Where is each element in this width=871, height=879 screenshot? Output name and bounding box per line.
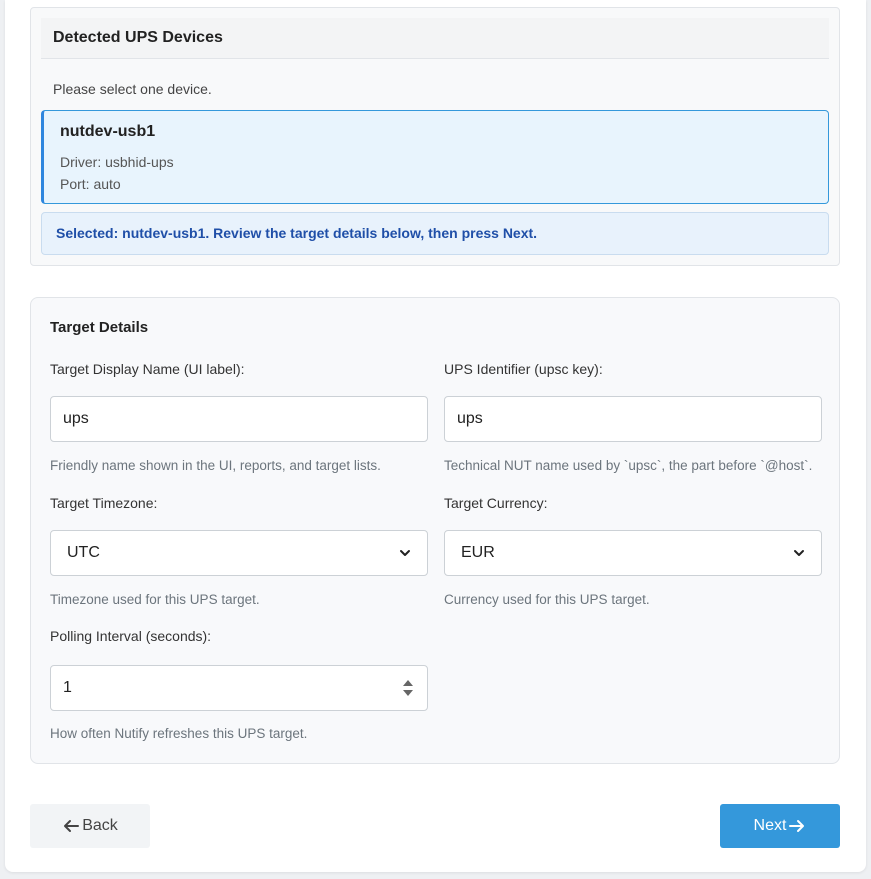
wizard-page: Detected UPS Devices Please select one d…: [5, 0, 866, 872]
display-name-label: Target Display Name (UI label):: [50, 361, 245, 377]
timezone-select[interactable]: UTC: [50, 530, 428, 576]
currency-selected-value: EUR: [461, 544, 495, 561]
timezone-selected-value: UTC: [67, 544, 100, 561]
target-details-panel: Target Details Target Display Name (UI l…: [30, 297, 840, 764]
currency-label: Target Currency:: [444, 495, 548, 511]
selected-device-notice: Selected: nutdev-usb1. Review the target…: [41, 212, 829, 255]
back-button-label: Back: [82, 817, 118, 834]
device-card-nutdev-usb1[interactable]: nutdev-usb1 Driver: usbhid-ups Port: aut…: [41, 110, 829, 204]
device-port: Port: auto: [60, 176, 121, 192]
currency-select[interactable]: EUR: [444, 530, 822, 576]
timezone-help: Timezone used for this UPS target.: [50, 592, 260, 607]
number-stepper-icon[interactable]: [402, 676, 414, 700]
back-button[interactable]: Back: [30, 804, 150, 848]
arrow-left-icon: [64, 820, 80, 832]
chevron-down-icon: [400, 550, 410, 556]
ups-identifier-label: UPS Identifier (upsc key):: [444, 361, 603, 377]
ups-identifier-help: Technical NUT name used by `upsc`, the p…: [444, 458, 813, 473]
currency-help: Currency used for this UPS target.: [444, 592, 650, 607]
chevron-down-icon: [794, 550, 804, 556]
ups-identifier-input[interactable]: [444, 396, 822, 442]
polling-interval-input[interactable]: [50, 665, 428, 711]
polling-interval-help: How often Nutify refreshes this UPS targ…: [50, 726, 308, 741]
detected-devices-title: Detected UPS Devices: [41, 18, 829, 59]
polling-interval-field: [50, 665, 428, 711]
device-driver: Driver: usbhid-ups: [60, 154, 174, 170]
display-name-input[interactable]: [50, 396, 428, 442]
device-select-hint: Please select one device.: [53, 81, 212, 97]
polling-interval-label: Polling Interval (seconds):: [50, 628, 212, 644]
detected-devices-panel: Detected UPS Devices Please select one d…: [30, 7, 840, 266]
target-details-title: Target Details: [50, 319, 149, 336]
device-name: nutdev-usb1: [60, 123, 156, 140]
next-button[interactable]: Next: [720, 804, 840, 848]
next-button-label: Next: [753, 817, 787, 834]
arrow-right-icon: [789, 820, 805, 832]
display-name-help: Friendly name shown in the UI, reports, …: [50, 458, 381, 473]
timezone-label: Target Timezone:: [50, 495, 158, 511]
